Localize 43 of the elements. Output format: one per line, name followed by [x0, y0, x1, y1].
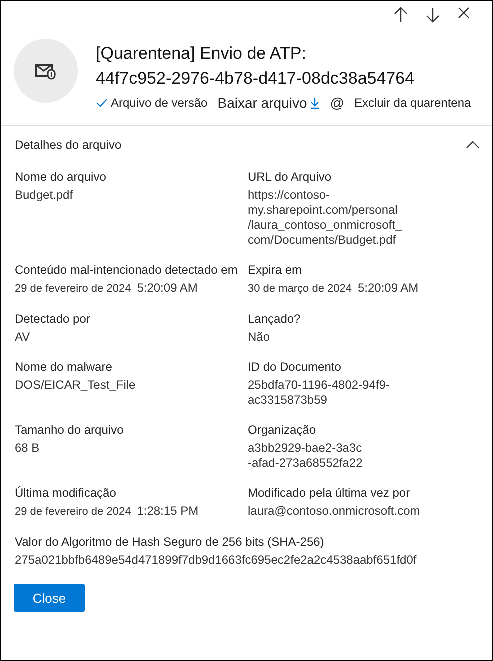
- field-label: Valor do Algoritmo de Hash Seguro de 256 bits (SHA-256): [15, 535, 326, 549]
- section-title: Detalhes do arquivo: [15, 138, 122, 152]
- field-label: Conteúdo mal-intencionado detectado em: [15, 263, 239, 277]
- field-value: a3bb2929-bae2-3a3c -afad-273a68552fa22: [248, 441, 363, 471]
- field-date: 29 de fevereiro de 2024: [15, 505, 132, 520]
- field-label: Modificado pela última vez por: [248, 486, 412, 500]
- action-link[interactable]: Baixar arquivo: [218, 95, 320, 111]
- close-icon[interactable]: [458, 7, 470, 19]
- action-link[interactable]: Excluir da quarentena: [354, 96, 472, 110]
- field-value: https://contoso- my.sharepoint.com/personal /laura_contoso_onmicrosoft_ com/Documents/Budget.pdf: [248, 188, 402, 248]
- field-label: Expira em: [248, 263, 304, 277]
- field-value: laura@contoso.onmicrosoft.com: [248, 504, 420, 519]
- field-value: 275a021bbfb6489e54d471899f7db9d1663fc695ec2fe2a2c4538aabf651fd0f: [15, 553, 417, 568]
- at-sign-icon: @: [330, 95, 344, 111]
- field-label: Detectado por: [15, 312, 92, 326]
- field-time: 5:20:09 AM: [137, 281, 198, 296]
- field-time: 1:28:15 PM: [137, 504, 199, 519]
- field-label: URL do Arquivo: [248, 170, 333, 184]
- field-label: Nome do arquivo: [15, 170, 108, 184]
- field-value: Budget.pdf: [15, 188, 74, 203]
- mail-attachment-icon: [35, 62, 57, 80]
- arrow-down-icon[interactable]: [426, 7, 440, 23]
- field-label: ID do Documento: [248, 360, 342, 374]
- field-label: Última modificação: [15, 486, 118, 500]
- field-label: Lançado?: [248, 312, 302, 326]
- close-button[interactable]: Close: [14, 584, 85, 612]
- download-icon: [310, 97, 320, 109]
- arrow-up-icon[interactable]: [394, 7, 408, 23]
- field-label: Nome do malware: [15, 360, 114, 374]
- field-label: Organização: [248, 423, 318, 437]
- chevron-up-icon[interactable]: [466, 141, 480, 149]
- field-value: Não: [248, 330, 270, 345]
- field-value: AV: [15, 330, 30, 345]
- field-time: 5:20:09 AM: [358, 281, 419, 296]
- check-icon: [96, 98, 108, 108]
- field-value: 68 B: [15, 441, 40, 456]
- field-value: DOS/EICAR_Test_File: [15, 378, 136, 393]
- window-title: [Quarentena] Envio de ATP: 44f7c952-2976-4b78-d417-08dc38a54764: [96, 43, 416, 90]
- action-link[interactable]: Arquivo de versão: [96, 96, 208, 110]
- field-label: Tamanho do arquivo: [15, 423, 125, 437]
- field-date: 29 de fevereiro de 2024: [15, 282, 132, 297]
- field-value: 25bdfa70-1196-4802-94f9- ac3315873b59: [248, 378, 390, 408]
- field-date: 30 de março de 2024: [248, 282, 352, 297]
